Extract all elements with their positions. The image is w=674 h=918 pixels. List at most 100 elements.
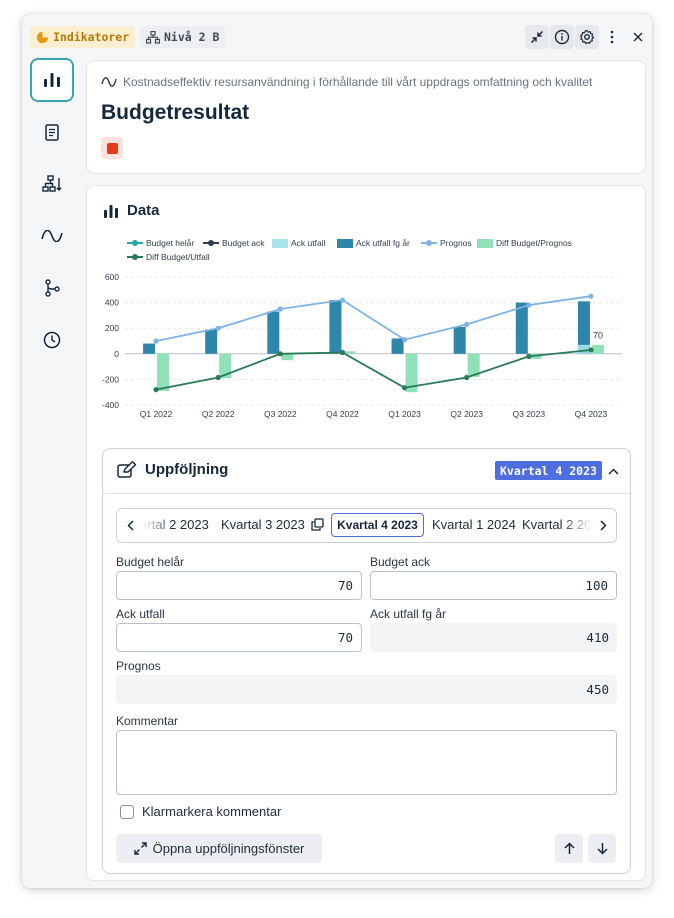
budget-ack-label: Budget ack (370, 555, 431, 569)
hierarchy-icon (42, 175, 62, 192)
pie-chart-icon (36, 31, 49, 43)
x-tick-label: Q3 2022 (264, 409, 297, 419)
carousel-next-button[interactable] (590, 509, 616, 541)
move-down-button[interactable] (588, 834, 616, 863)
ack-utfall-fg-value: 410 (370, 623, 617, 652)
legend-swatch (272, 238, 288, 248)
branch-icon (45, 279, 60, 297)
close-button[interactable] (628, 25, 648, 49)
chevron-right-icon (599, 519, 607, 531)
legend-item[interactable]: Ack utfall (272, 238, 326, 248)
mark-comment-row[interactable]: Klarmarkera kommentar (120, 804, 281, 819)
more-menu-button[interactable] (602, 25, 622, 49)
point-prognos (339, 297, 346, 303)
x-tick-label: Q4 2022 (326, 409, 359, 419)
level-chip[interactable]: Nivå 2 B (140, 26, 226, 48)
legend-item[interactable]: Budget helår (127, 238, 194, 248)
legend-swatch (127, 240, 143, 246)
document-icon (45, 123, 59, 141)
legend-label: Budget ack (222, 238, 265, 248)
carousel-current-period[interactable]: Kvartal 4 2023 (331, 513, 424, 537)
ack-utfall-input[interactable]: 70 (116, 623, 362, 652)
point-diff-budget-utfall (588, 347, 594, 353)
period-carousel: Kvartal 2 2023 Kvartal 3 2023 Kvartal 4 … (116, 508, 617, 543)
bar-ack-utfall-fg-ar (391, 338, 404, 354)
y-tick-label: 0 (114, 349, 119, 359)
comment-textarea[interactable] (116, 730, 617, 795)
move-up-button[interactable] (555, 834, 583, 863)
title-bar: Indikatorer Nivå 2 B (22, 14, 652, 58)
data-card: Data Budget helår Budget ack Ack utfall … (86, 185, 646, 881)
sidebar-item-data[interactable] (30, 58, 74, 102)
hierarchy-icon (146, 30, 160, 44)
bar-ack-utfall-fg-ar (453, 326, 466, 354)
wave-icon (101, 77, 117, 87)
legend-item[interactable]: Prognos (421, 238, 472, 248)
mark-comment-checkbox[interactable] (120, 804, 134, 819)
x-tick-label: Q1 2023 (388, 409, 421, 419)
legend-label: Prognos (440, 238, 472, 248)
x-tick-label: Q1 2022 (140, 409, 173, 419)
point-diff-budget-utfall (277, 351, 283, 357)
more-icon (610, 30, 614, 44)
followup-header[interactable]: Uppföljning Kvartal 4 2023 (103, 449, 630, 494)
legend-item[interactable]: Diff Budget/Utfall (127, 252, 210, 262)
sidebar-item-document[interactable] (30, 110, 74, 154)
point-diff-budget-utfall (153, 387, 159, 393)
copy-icon[interactable] (311, 518, 324, 531)
info-icon (554, 29, 570, 45)
bar-diff-budget-prognos (591, 344, 604, 354)
status-square-icon (106, 142, 118, 154)
carousel-item[interactable]: Kvartal 3 2023 (221, 517, 305, 532)
data-title-text: Data (127, 202, 160, 219)
collapse-panel-button[interactable] (603, 461, 623, 481)
collapse-button[interactable] (525, 25, 549, 49)
sidebar-item-branch[interactable] (30, 266, 74, 310)
info-button[interactable] (550, 25, 574, 49)
x-tick-label: Q2 2023 (450, 409, 483, 419)
clock-icon (43, 331, 61, 349)
legend-item[interactable]: Ack utfall fg år (337, 238, 410, 248)
arrow-up-icon (563, 842, 575, 854)
open-followup-window-button[interactable]: Öppna uppföljningsfönster (116, 834, 322, 863)
sidebar-item-trend[interactable] (30, 214, 74, 258)
legend-item[interactable]: Diff Budget/Prognos (477, 238, 572, 248)
legend-label: Diff Budget/Prognos (496, 238, 572, 248)
legend-label: Ack utfall fg år (356, 238, 410, 248)
indicator-chip[interactable]: Indikatorer (30, 26, 136, 48)
wave-icon (41, 230, 63, 242)
data-label: 70 (593, 330, 603, 340)
y-tick-label: 200 (105, 323, 119, 333)
point-prognos (588, 293, 594, 299)
page-title: Budgetresultat (101, 101, 250, 124)
prognos-value: 450 (116, 675, 617, 704)
ack-utfall-fg-label: Ack utfall fg år (370, 607, 447, 621)
bar-ack-utfall-fg-ar (205, 329, 218, 354)
budget-ack-input[interactable]: 100 (370, 571, 617, 600)
legend-swatch (203, 240, 219, 246)
budget-helar-input[interactable]: 70 (116, 571, 362, 600)
mark-comment-label: Klarmarkera kommentar (142, 804, 282, 819)
x-tick-label: Q4 2023 (575, 409, 608, 419)
carousel-prev-button[interactable] (117, 509, 143, 541)
point-prognos (153, 338, 159, 344)
y-tick-label: -400 (102, 400, 119, 410)
indicator-window: Indikatorer Nivå 2 B Kostnadseffektiv re… (22, 14, 652, 888)
bar-chart-icon (104, 204, 118, 218)
bar-chart-icon (44, 73, 60, 87)
point-prognos (526, 302, 532, 308)
point-diff-budget-utfall (464, 374, 470, 381)
point-diff-budget-utfall (339, 349, 346, 356)
arrow-down-icon (596, 843, 608, 855)
sidebar-item-hierarchy[interactable] (30, 162, 74, 206)
sidebar-item-history[interactable] (30, 318, 74, 362)
legend-item[interactable]: Budget ack (203, 238, 265, 248)
point-diff-budget-utfall (215, 374, 221, 381)
carousel-item[interactable]: Kvartal 1 2024 (432, 517, 516, 532)
legend-label: Ack utfall (291, 238, 326, 248)
legend-swatch (421, 240, 437, 246)
ack-utfall-label: Ack utfall (116, 607, 165, 621)
status-indicator (101, 137, 123, 159)
settings-button[interactable] (575, 25, 599, 49)
bar-ack-utfall-fg-ar (267, 311, 280, 354)
